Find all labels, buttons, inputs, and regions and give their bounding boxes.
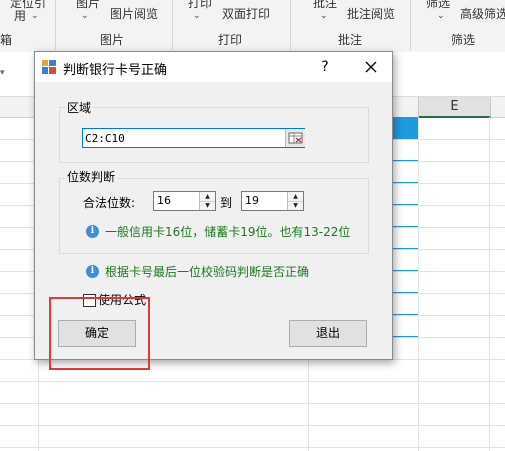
ribbon-image-browse-button[interactable]: 图片阅览 — [110, 7, 158, 21]
ribbon-separator — [410, 0, 411, 50]
range-value[interactable]: C2:C10 — [85, 132, 125, 145]
chevron-down-icon[interactable]: ⌄ — [81, 11, 89, 21]
column-header-e[interactable]: E — [418, 97, 491, 118]
range-select-icon[interactable] — [286, 129, 305, 147]
help-button[interactable]: ? — [314, 57, 336, 77]
ribbon-print-button[interactable]: 打印 — [188, 0, 212, 10]
close-button[interactable] — [356, 57, 386, 77]
exit-button[interactable]: 退出 — [289, 320, 367, 347]
ribbon-group-label-print: 打印 — [218, 33, 243, 47]
min-digits-value[interactable]: 16 — [157, 194, 171, 207]
table-cell[interactable] — [391, 249, 418, 271]
dialog-titlebar[interactable]: 判断银行卡号正确 ? — [35, 52, 392, 82]
namebox-chevron-down-icon[interactable]: ▾ — [0, 68, 5, 78]
grid-line — [0, 425, 505, 426]
max-digits-stepper[interactable]: 19 ▲ ▼ — [241, 191, 304, 211]
ribbon-group-label-filter: 筛选 — [451, 33, 476, 47]
app-icon — [42, 60, 56, 74]
chevron-down-icon[interactable]: ⌄ — [437, 11, 445, 21]
close-icon[interactable] — [365, 61, 377, 73]
ribbon-locate-ref-label2[interactable]: 用 — [14, 9, 26, 23]
chevron-down-icon[interactable]: ⌄ — [31, 11, 39, 21]
table-cell[interactable] — [391, 227, 418, 249]
digits-groupbox — [59, 178, 369, 254]
chevron-down-icon[interactable]: ⌄ — [193, 11, 201, 21]
table-cell[interactable] — [391, 205, 418, 227]
info-icon: i — [86, 225, 99, 238]
range-select-button[interactable] — [285, 129, 305, 147]
ribbon-separator — [172, 0, 173, 50]
table-cell[interactable] — [391, 161, 418, 183]
ribbon-duplex-print-button[interactable]: 双面打印 — [222, 7, 270, 21]
digits-group-label: 位数判断 — [65, 168, 118, 185]
grid-line — [0, 381, 505, 382]
checksum-hint: 根据卡号最后一位校验码判断是否正确 — [105, 265, 310, 279]
ribbon-comment-browse-button[interactable]: 批注阅览 — [347, 7, 395, 21]
table-cell[interactable] — [391, 139, 418, 161]
ribbon-image-button[interactable]: 图片 — [76, 0, 100, 10]
arrow-down-icon[interactable]: ▼ — [200, 201, 215, 210]
highlight-box — [49, 297, 150, 370]
ribbon-separator — [290, 0, 291, 50]
table-cell[interactable] — [391, 271, 418, 293]
grid-line — [489, 117, 490, 451]
min-digits-stepper[interactable]: 16 ▲ ▼ — [153, 191, 216, 211]
stepper-buttons[interactable]: ▲ ▼ — [199, 192, 215, 210]
chevron-down-icon[interactable]: ⌄ — [320, 11, 328, 21]
stepper-buttons[interactable]: ▲ ▼ — [287, 192, 303, 210]
selected-cell[interactable] — [390, 117, 418, 139]
to-label: 到 — [220, 196, 233, 210]
ribbon: 定位引 用 ⌄ 箱 图片 ⌄ 图片阅览 图片 打印 ⌄ 双面打印 打印 批注 ⌄… — [0, 0, 505, 53]
ribbon-group-label-box: 箱 — [0, 33, 13, 47]
range-input[interactable]: C2:C10 — [82, 128, 305, 148]
range-group-label: 区域 — [65, 99, 94, 116]
table-cell[interactable] — [391, 315, 418, 337]
ribbon-advanced-filter-button[interactable]: 高级筛选 — [460, 7, 505, 21]
grid-line — [418, 117, 419, 451]
info-icon: i — [86, 265, 99, 278]
grid-line — [0, 403, 505, 404]
table-cell[interactable] — [391, 293, 418, 315]
ribbon-comment-button[interactable]: 批注 — [313, 0, 337, 10]
ribbon-separator — [55, 0, 56, 50]
table-cell[interactable] — [391, 183, 418, 205]
grid-line — [0, 447, 505, 448]
legal-digits-label: 合法位数: — [83, 196, 136, 210]
digits-hint: 一般信用卡16位，储蓄卡19位。也有13-22位 — [105, 225, 351, 239]
ribbon-group-label-image: 图片 — [100, 33, 125, 47]
ribbon-filter-button[interactable]: 筛选 — [426, 0, 450, 10]
dialog-title: 判断银行卡号正确 — [63, 63, 168, 78]
ribbon-group-label-comment: 批注 — [338, 33, 363, 47]
arrow-down-icon[interactable]: ▼ — [288, 201, 303, 210]
max-digits-value[interactable]: 19 — [245, 194, 259, 207]
